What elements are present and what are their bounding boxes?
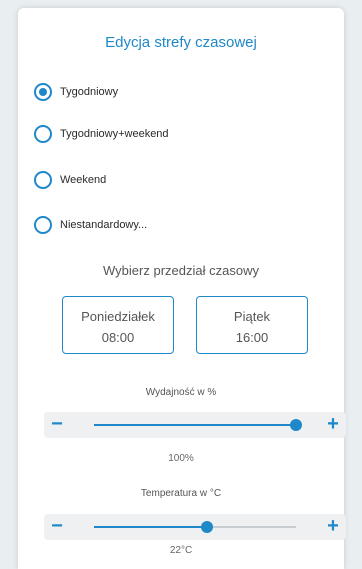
slider-thumb[interactable] [290,419,302,431]
end-day: Piątek [233,309,271,324]
slider-thumb[interactable] [201,521,214,533]
start-day-picker[interactable]: Poniedziałek 08:00 [62,296,174,354]
timezone-edit-panel: Edycja strefy czasowej Tygodniowy Tygodn… [18,8,346,569]
radio-icon[interactable] [34,125,52,143]
slider-fill [94,526,208,528]
end-time: 16:00 [235,330,269,345]
option-weekly-weekend[interactable]: Tygodniowy+weekend [34,125,169,143]
option-label: Tygodniowy [60,86,119,98]
option-label: Weekend [60,174,107,186]
end-day-picker[interactable]: Piątek 16:00 [196,296,308,354]
option-custom[interactable]: Niestandardowy... [34,216,147,234]
slider-track[interactable] [94,521,296,533]
radio-icon[interactable] [34,216,52,234]
option-label: Tygodniowy+weekend [60,128,169,140]
temperature-value: 22°C [169,545,193,556]
range-title: Wybierz przedział czasowy [103,263,259,278]
slider-fill [94,424,296,426]
minus-icon[interactable]: − [44,412,70,438]
minus-icon[interactable]: − [44,514,70,540]
radio-selected-icon[interactable] [34,83,52,101]
efficiency-value: 100% [168,453,194,464]
plus-icon[interactable]: + [320,412,346,438]
temperature-slider[interactable]: − + [44,514,346,540]
efficiency-label: Wydajność w % [145,387,217,398]
efficiency-slider[interactable]: − + [44,412,346,438]
option-label: Niestandardowy... [60,219,148,231]
option-weekly[interactable]: Tygodniowy [34,83,118,101]
start-day: Poniedziałek [81,309,155,324]
page-title: Edycja strefy czasowej [105,34,257,51]
temperature-label: Temperatura w °C [140,488,222,499]
start-time: 08:00 [101,330,135,345]
option-weekend[interactable]: Weekend [34,171,106,189]
slider-track[interactable] [94,419,302,431]
radio-icon[interactable] [34,171,52,189]
plus-icon[interactable]: + [320,514,346,540]
